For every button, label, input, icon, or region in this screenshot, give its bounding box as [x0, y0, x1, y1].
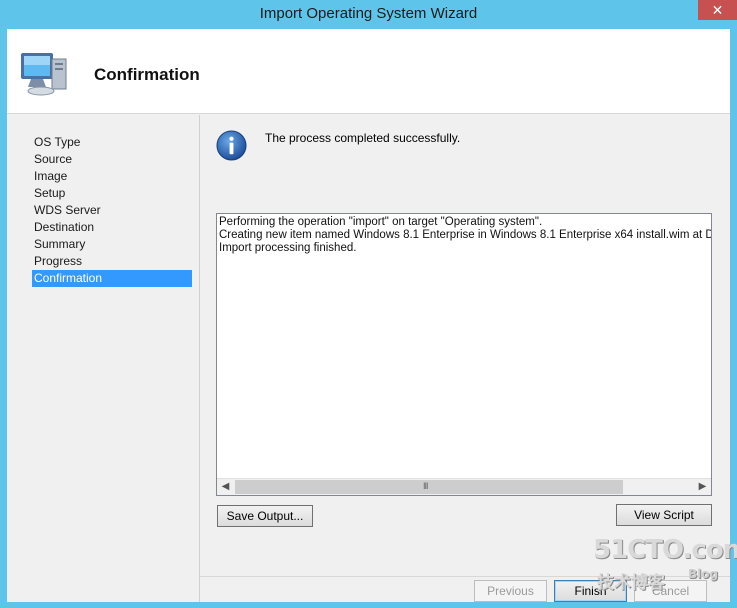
sidebar-item-source[interactable]: Source: [32, 151, 192, 168]
log-line: Creating new item named Windows 8.1 Ente…: [219, 229, 711, 242]
sidebar-item-confirmation[interactable]: Confirmation: [32, 270, 192, 287]
sidebar-item-destination[interactable]: Destination: [32, 219, 192, 236]
title-bar[interactable]: Import Operating System Wizard ✕: [0, 0, 737, 29]
log-line: Import processing finished.: [219, 242, 357, 255]
cancel-button[interactable]: Cancel: [634, 580, 707, 602]
horizontal-scrollbar[interactable]: ◀ III ▶: [217, 478, 711, 495]
wizard-window: Import Operating System Wizard ✕ Confirm…: [0, 0, 737, 608]
view-script-button[interactable]: View Script: [616, 504, 712, 526]
window-title: Import Operating System Wizard: [259, 5, 478, 22]
info-icon: [216, 130, 247, 161]
wizard-footer: Previous Finish Cancel: [200, 577, 730, 602]
wizard-main-panel: The process completed successfully. Perf…: [200, 115, 730, 602]
wizard-steps-sidebar: OS Type Source Image Setup WDS Server De…: [7, 115, 200, 602]
wizard-client-area: Confirmation OS Type Source Image Setup …: [7, 29, 730, 602]
finish-button[interactable]: Finish: [554, 580, 627, 602]
sidebar-item-wds-server[interactable]: WDS Server: [32, 202, 192, 219]
scroll-right-arrow-icon[interactable]: ▶: [694, 479, 711, 495]
save-output-button[interactable]: Save Output...: [217, 505, 313, 527]
sidebar-item-os-type[interactable]: OS Type: [32, 134, 192, 151]
scroll-left-arrow-icon[interactable]: ◀: [217, 479, 234, 495]
scroll-grip-icon: III: [423, 481, 428, 491]
scroll-thumb[interactable]: III: [235, 480, 623, 494]
output-log-textbox[interactable]: Performing the operation "import" on tar…: [216, 213, 712, 496]
wizard-header: Confirmation: [7, 29, 730, 114]
sidebar-item-setup[interactable]: Setup: [32, 185, 192, 202]
previous-button[interactable]: Previous: [474, 580, 547, 602]
close-button[interactable]: ✕: [698, 0, 737, 20]
close-icon: ✕: [711, 2, 724, 18]
page-title: Confirmation: [94, 65, 200, 84]
sidebar-item-image[interactable]: Image: [32, 168, 192, 185]
sidebar-item-progress[interactable]: Progress: [32, 253, 192, 270]
output-log-content: Performing the operation "import" on tar…: [219, 216, 711, 478]
status-message: The process completed successfully.: [265, 131, 461, 145]
computer-icon: [21, 53, 67, 96]
sidebar-item-summary[interactable]: Summary: [32, 236, 192, 253]
log-line: Performing the operation "import" on tar…: [219, 216, 543, 228]
